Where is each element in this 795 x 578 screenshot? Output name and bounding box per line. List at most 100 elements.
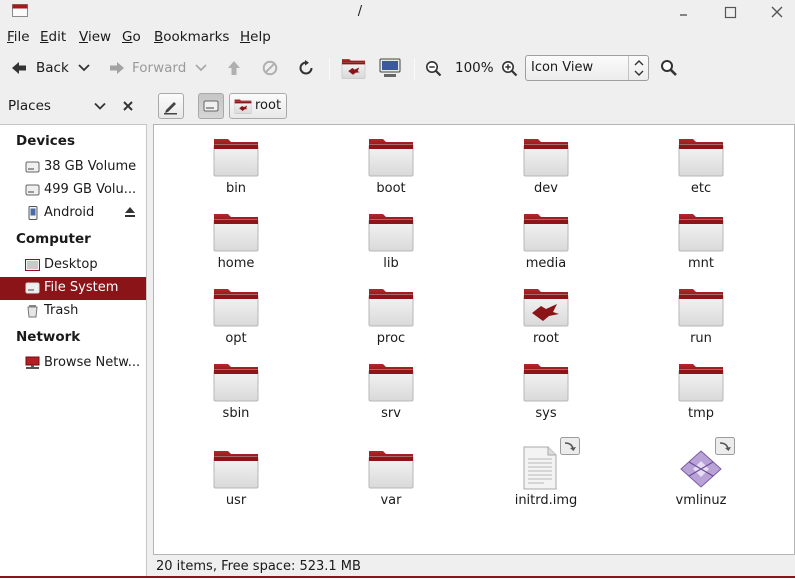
sidebar-item-label: Trash	[44, 303, 79, 318]
search-icon	[661, 60, 677, 76]
file-item[interactable]: run	[641, 285, 761, 355]
menu-bookmarks[interactable]: Bookmarks	[154, 29, 229, 45]
zoom-out-icon	[426, 60, 442, 76]
file-item[interactable]: lib	[331, 210, 451, 280]
network-icon	[25, 356, 40, 369]
file-item[interactable]: tmp	[641, 360, 761, 430]
maximize-icon	[724, 6, 737, 19]
menu-file[interactable]: File	[7, 29, 30, 45]
file-item[interactable]: mnt	[641, 210, 761, 280]
home-folder-icon	[234, 98, 252, 114]
file-item[interactable]: media	[486, 210, 606, 280]
file-name: sys	[535, 406, 557, 421]
file-item[interactable]: proc	[331, 285, 451, 355]
sidebar-item-trash[interactable]: Trash	[0, 300, 146, 323]
folder-icon	[368, 135, 414, 177]
crumb-filesystem[interactable]	[198, 93, 224, 119]
menu-bar: File Edit View Go Bookmarks Help	[0, 27, 795, 49]
folder-icon	[368, 360, 414, 402]
sidebar-item-file-system[interactable]: File System	[0, 277, 146, 300]
forward-history-dropdown[interactable]	[195, 51, 207, 85]
updown-arrows-icon	[634, 60, 644, 76]
menu-edit[interactable]: Edit	[40, 29, 66, 45]
folder-icon	[678, 210, 724, 252]
file-item[interactable]: opt	[176, 285, 296, 355]
status-text: 20 items, Free space: 523.1 MB	[156, 559, 361, 574]
view-mode-select[interactable]: Icon View	[525, 55, 649, 81]
menu-help[interactable]: Help	[240, 29, 271, 45]
zoom-out-button[interactable]	[425, 51, 442, 85]
folder-icon	[678, 360, 724, 402]
file-item[interactable]: dev	[486, 135, 606, 205]
file-item[interactable]: root	[486, 285, 606, 355]
file-name: vmlinuz	[675, 493, 727, 508]
back-history-dropdown[interactable]	[78, 51, 90, 85]
minimize-button[interactable]	[674, 3, 692, 21]
maximize-button[interactable]	[721, 3, 739, 21]
file-item[interactable]: usr	[176, 447, 296, 517]
toolbar-separator	[329, 58, 330, 80]
folder-icon	[678, 285, 724, 327]
eject-icon[interactable]	[124, 206, 136, 218]
arrow-up-icon	[228, 61, 240, 75]
file-item[interactable]: home	[176, 210, 296, 280]
crumb-root[interactable]: root	[229, 93, 287, 119]
file-name: run	[690, 331, 712, 346]
drive-icon	[25, 161, 40, 173]
zoom-in-button[interactable]	[501, 51, 518, 85]
sidebar-item-browse-network[interactable]: Browse Netw...	[0, 352, 146, 375]
file-item[interactable]: vmlinuz	[641, 437, 761, 517]
sidebar-item-38gb-volume[interactable]: 38 GB Volume	[0, 156, 146, 179]
file-item[interactable]: initrd.img	[486, 437, 606, 517]
chevron-down-icon[interactable]	[94, 102, 106, 111]
reload-icon	[299, 60, 313, 75]
menu-file-label: ile	[13, 29, 30, 45]
drive-icon	[203, 100, 219, 112]
edit-location-button[interactable]	[158, 93, 184, 119]
location-bar: Places root	[0, 90, 795, 122]
file-name: srv	[381, 406, 401, 421]
back-button[interactable]: Back	[10, 51, 69, 85]
sidebar-item-label: Android	[44, 205, 95, 220]
forward-button[interactable]: Forward	[108, 51, 186, 85]
home-folder-icon	[341, 57, 366, 79]
side-pane-selector-label[interactable]: Places	[8, 98, 51, 114]
file-item[interactable]: sbin	[176, 360, 296, 430]
computer-button[interactable]	[378, 51, 402, 85]
menu-view-mnemonic: V	[79, 29, 88, 45]
sidebar-item-android[interactable]: Android	[0, 202, 146, 225]
file-item[interactable]: srv	[331, 360, 451, 430]
sidebar-item-label: 38 GB Volume	[44, 159, 137, 174]
file-name: opt	[225, 331, 247, 346]
window-title: /	[357, 4, 363, 19]
zoom-level-text: 100%	[455, 60, 494, 76]
menu-edit-label: dit	[48, 29, 67, 45]
search-button[interactable]	[660, 51, 678, 85]
file-item[interactable]: var	[331, 447, 451, 517]
close-button[interactable]	[768, 3, 786, 21]
sidebar-item-499gb-volume[interactable]: 499 GB Volu...	[0, 179, 146, 202]
folder-icon	[678, 135, 724, 177]
file-item[interactable]: etc	[641, 135, 761, 205]
sidebar: Devices 38 GB Volume 499 GB Volu... Andr…	[0, 124, 147, 578]
close-side-pane-icon[interactable]	[122, 100, 134, 112]
file-item[interactable]: bin	[176, 135, 296, 205]
folder-icon	[368, 210, 414, 252]
menu-view[interactable]: View	[79, 29, 111, 45]
symlink-arrow-icon	[715, 437, 735, 455]
menu-go[interactable]: Go	[122, 29, 141, 45]
folder-icon	[523, 360, 569, 402]
trash-icon	[27, 305, 38, 318]
stop-button[interactable]	[262, 51, 278, 85]
file-item[interactable]: sys	[486, 360, 606, 430]
sidebar-header-computer: Computer	[16, 231, 91, 247]
reload-button[interactable]	[298, 51, 315, 85]
home-button[interactable]	[341, 51, 366, 85]
minimize-icon	[680, 14, 687, 16]
file-item[interactable]: boot	[331, 135, 451, 205]
file-name: home	[217, 256, 255, 271]
menu-help-label: elp	[250, 29, 271, 45]
pencil-icon	[164, 102, 177, 115]
up-button[interactable]	[226, 51, 242, 85]
sidebar-item-desktop[interactable]: Desktop	[0, 254, 146, 277]
